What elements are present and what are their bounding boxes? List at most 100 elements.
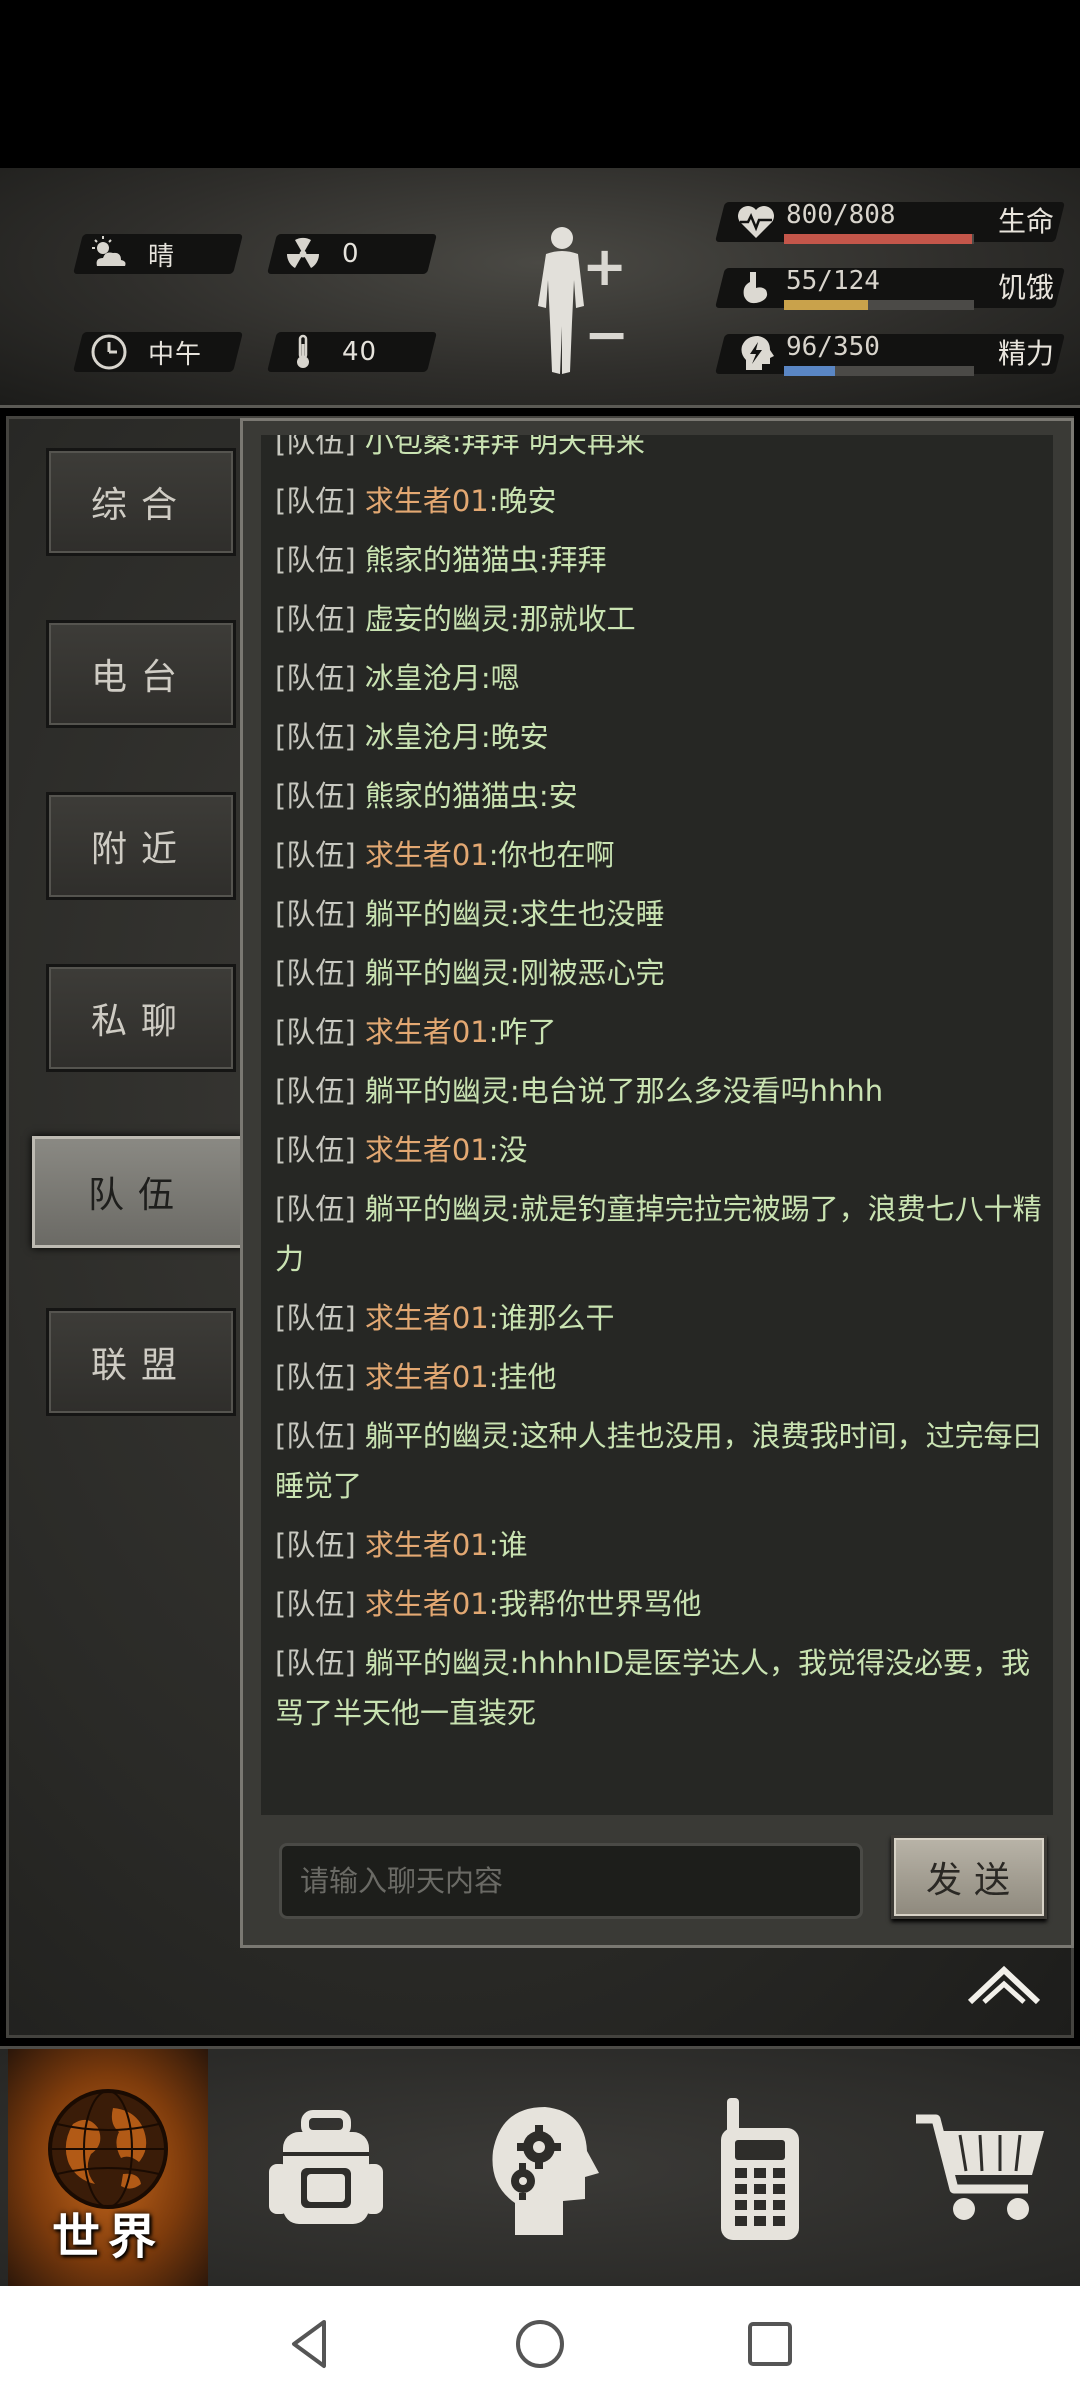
hunger-stat: 55/124 饥饿	[715, 264, 1065, 314]
chat-channel-tag: [队伍]	[275, 1587, 365, 1621]
shopping-cart-icon	[916, 2114, 1044, 2220]
tab-team[interactable]: 队伍	[32, 1136, 244, 1248]
chat-channel-tag: [队伍]	[275, 956, 365, 990]
tab-radio[interactable]: 电台	[46, 620, 236, 728]
chat-sender-name[interactable]: 躺平的幽灵	[365, 897, 510, 931]
chat-message: [队伍] 求生者01:挂他	[275, 1352, 1045, 1402]
thermometer-icon	[282, 331, 324, 373]
chat-sender-name[interactable]: 熊家的猫猫虫	[365, 543, 539, 577]
hunger-bar-fill	[784, 300, 868, 310]
system-nav-bar	[0, 2286, 1080, 2400]
plus-icon[interactable]: +	[582, 240, 627, 294]
nav-shop[interactable]	[880, 2049, 1080, 2289]
time-value: 中午	[148, 339, 203, 370]
chat-sender-name[interactable]: 躺平的幽灵	[365, 1074, 510, 1108]
chat-channel-tag: [队伍]	[275, 1015, 365, 1049]
radiation-status: 0	[282, 234, 360, 274]
chat-message: [队伍] 躺平的幽灵:求生也没睡	[275, 889, 1045, 939]
chat-message-list: [队伍] 小包桑:拜拜 明天再来 [队伍] 求生者01:晚安 [队伍] 熊家的猫猫虫…	[275, 435, 1045, 1747]
chat-message-text: :嗯	[480, 661, 520, 695]
home-circle-icon[interactable]	[510, 2314, 570, 2374]
chat-sender-name[interactable]: 求生者01	[365, 1360, 489, 1394]
chat-sender-name[interactable]: 冰皇沧月	[365, 720, 481, 754]
chat-channel-tag: [队伍]	[275, 435, 365, 459]
recents-square-icon[interactable]	[740, 2314, 800, 2374]
chat-sender-name[interactable]: 冰皇沧月	[365, 661, 481, 695]
chat-channel-tag: [队伍]	[275, 602, 365, 636]
chat-sender-name[interactable]: 躺平的幽灵	[365, 1192, 510, 1226]
chat-channel-tag: [队伍]	[275, 897, 365, 931]
chat-sender-name[interactable]: 求生者01	[365, 1587, 489, 1621]
chat-channel-tag: [队伍]	[275, 1360, 365, 1394]
energy-bar-fill	[784, 366, 836, 376]
chat-sender-name[interactable]: 躺平的幽灵	[365, 1419, 510, 1453]
chat-sender-name[interactable]: 求生者01	[365, 838, 489, 872]
chat-message: [队伍] 躺平的幽灵:刚被恶心完	[275, 948, 1045, 998]
chat-channel-tag: [队伍]	[275, 779, 365, 813]
tab-alliance[interactable]: 联盟	[46, 1308, 236, 1416]
tab-nearby[interactable]: 附近	[46, 792, 236, 900]
chat-message-text: :咋了	[488, 1015, 557, 1049]
tab-general[interactable]: 综合	[46, 448, 236, 556]
hunger-label: 饥饿	[997, 271, 1054, 304]
energy-stat: 96/350 精力	[715, 330, 1065, 380]
nav-world-label: 世界	[51, 2209, 164, 2265]
chat-channel-tag: [队伍]	[275, 484, 365, 518]
chat-message: [队伍] 躺平的幽灵:hhhhID是医学达人，我觉得没必要，我骂了半天他一直装死	[275, 1638, 1045, 1738]
chat-message: [队伍] 求生者01:谁那么干	[275, 1293, 1045, 1343]
chat-message-text: :谁那么干	[488, 1301, 615, 1335]
chat-message: [队伍] 求生者01:我帮你世界骂他	[275, 1579, 1045, 1629]
chat-channel-tag: [队伍]	[275, 1646, 365, 1680]
walkie-talkie-icon	[721, 2098, 799, 2240]
energy-head-icon	[734, 332, 778, 376]
temperature-status: 40	[282, 332, 377, 372]
health-value: 800/808	[786, 200, 896, 230]
chat-input[interactable]: 请输入聊天内容	[279, 1843, 863, 1919]
chat-message-text: :安	[538, 779, 578, 813]
chat-message: [队伍] 虚妄的幽灵:那就收工	[275, 594, 1045, 644]
chat-channel-tag: [队伍]	[275, 1133, 365, 1167]
temperature-value: 40	[342, 337, 378, 367]
chat-message-text: :那就收工	[509, 602, 636, 636]
send-button[interactable]: 发送	[891, 1835, 1047, 1919]
heart-pulse-icon	[734, 200, 778, 244]
chat-channel-tag: [队伍]	[275, 838, 365, 872]
chat-sender-name[interactable]: 求生者01	[365, 484, 489, 518]
bottom-nav: 世界	[0, 2046, 1080, 2289]
chat-sender-name[interactable]: 求生者01	[365, 1301, 489, 1335]
chat-message-text: :晚安	[488, 484, 557, 518]
chat-message-text: :拜拜	[538, 543, 607, 577]
chat-sender-name[interactable]: 躺平的幽灵	[365, 1646, 510, 1680]
chat-sender-name[interactable]: 熊家的猫猫虫	[365, 779, 539, 813]
game-screen: 晴 0 中午 40 + − 800/808 生命 55/124 饥饿 96/35…	[0, 0, 1080, 2400]
chat-sender-name[interactable]: 小包桑	[365, 435, 452, 459]
chat-sender-name[interactable]: 求生者01	[365, 1015, 489, 1049]
weather-status: 晴	[88, 234, 175, 274]
chat-message: [队伍] 熊家的猫猫虫:拜拜	[275, 535, 1045, 585]
chat-message: [队伍] 求生者01:谁	[275, 1520, 1045, 1570]
back-triangle-icon[interactable]	[280, 2314, 340, 2374]
chat-sender-name[interactable]: 求生者01	[365, 1133, 489, 1167]
energy-bar	[784, 366, 974, 376]
chat-message-area[interactable]: [队伍] 小包桑:拜拜 明天再来 [队伍] 求生者01:晚安 [队伍] 熊家的猫猫虫…	[261, 435, 1053, 1815]
tab-private[interactable]: 私聊	[46, 964, 236, 1072]
chat-channel-tag: [队伍]	[275, 1528, 365, 1562]
chat-sender-name[interactable]: 求生者01	[365, 1528, 489, 1562]
energy-value: 96/350	[786, 332, 880, 362]
chat-message-text: :挂他	[488, 1360, 557, 1394]
nav-world[interactable]: 世界	[8, 2049, 208, 2289]
chat-sender-name[interactable]: 躺平的幽灵	[365, 956, 510, 990]
chat-message: [队伍] 小包桑:拜拜 明天再来	[275, 435, 1045, 467]
stomach-icon	[734, 266, 778, 310]
chat-message: [队伍] 冰皇沧月:嗯	[275, 653, 1045, 703]
chat-channel-tag: [队伍]	[275, 1301, 365, 1335]
nav-backpack[interactable]	[226, 2049, 426, 2289]
nav-skills[interactable]	[440, 2049, 640, 2289]
collapse-chevron-icon[interactable]	[964, 1962, 1044, 2010]
chat-message-text: :没	[488, 1133, 528, 1167]
minus-icon[interactable]: −	[584, 308, 629, 362]
chat-sender-name[interactable]: 虚妄的幽灵	[365, 602, 510, 636]
nav-radio[interactable]	[660, 2049, 860, 2289]
chat-channel-tag: [队伍]	[275, 1419, 365, 1453]
chat-channel-tag: [队伍]	[275, 1074, 365, 1108]
